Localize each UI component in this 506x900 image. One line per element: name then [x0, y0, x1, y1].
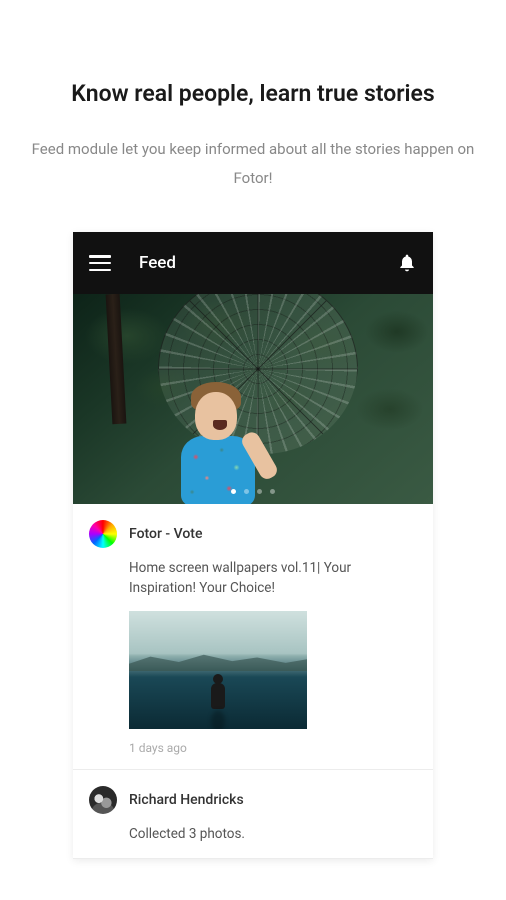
feed-item[interactable]: Richard Hendricks Collected 3 photos. [73, 770, 433, 859]
app-title: Feed [139, 253, 397, 273]
feed-list: Fotor - Vote Home screen wallpapers vol.… [73, 504, 433, 859]
hero-carousel[interactable] [73, 294, 433, 504]
feed-item[interactable]: Fotor - Vote Home screen wallpapers vol.… [73, 504, 433, 770]
feed-timestamp: 1 days ago [129, 741, 417, 755]
carousel-dot[interactable] [244, 489, 249, 494]
notifications-icon[interactable] [397, 252, 417, 274]
avatar[interactable] [89, 786, 117, 814]
carousel-dots[interactable] [231, 489, 275, 494]
app-bar: Feed [73, 232, 433, 294]
feed-author: Richard Hendricks [129, 792, 244, 808]
avatar[interactable] [89, 520, 117, 548]
subheadline: Feed module let you keep informed about … [20, 135, 486, 192]
feed-author: Fotor - Vote [129, 526, 202, 542]
headline: Know real people, learn true stories [20, 80, 486, 107]
carousel-dot[interactable] [231, 489, 236, 494]
carousel-dot[interactable] [270, 489, 275, 494]
carousel-dot[interactable] [257, 489, 262, 494]
feed-thumbnail[interactable] [129, 611, 307, 729]
phone-mockup: Feed [73, 232, 433, 859]
feed-text: Collected 3 photos. [129, 824, 417, 844]
feed-text: Home screen wallpapers vol.11| Your Insp… [129, 558, 417, 599]
menu-icon[interactable] [89, 255, 111, 271]
